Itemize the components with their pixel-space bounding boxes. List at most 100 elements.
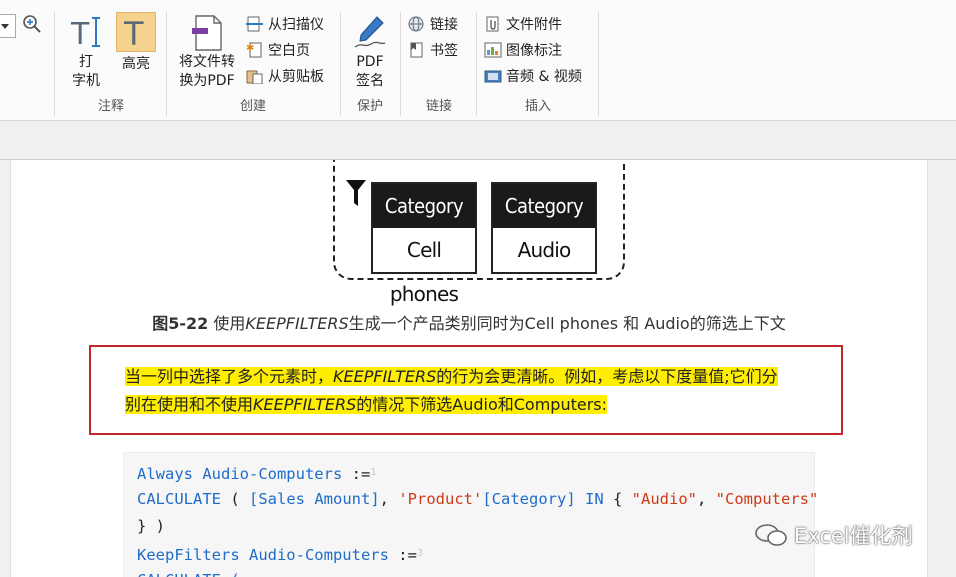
para-text-3: 别在使用和不使用: [125, 395, 254, 414]
create-group: 将文件转 换为PDF 从扫描仪 ✱ 空白页 从剪贴板 创建: [170, 10, 336, 116]
insert-group-label: 插入: [524, 99, 551, 114]
figure-caption: 图5-22 使用KEEPFILTERS生成一个产品类别同时为Cell phone…: [11, 310, 927, 334]
caption-func: KEEPFILTERS: [245, 314, 349, 333]
image-annotation-label: 图像标注: [506, 43, 562, 59]
para-text-4: 的情况下筛选Audio和Computers:: [356, 395, 608, 414]
para-text-1: 当一列中选择了多个元素时，: [125, 367, 334, 386]
convert-label-1: 将文件转: [179, 54, 235, 70]
highlight-button[interactable]: T 高亮: [114, 12, 158, 74]
secondary-toolbar: [0, 121, 956, 160]
code-column: [Category]: [482, 490, 576, 508]
blank-page-label: 空白页: [268, 43, 310, 59]
code-line-1: Always Audio-Computers :=1: [137, 459, 376, 486]
insert-group: 文件附件 图像标注 音频 & 视频 插入: [480, 10, 596, 116]
pdf-sign-label-2: 签名: [356, 73, 384, 89]
blank-page-button[interactable]: ✱ 空白页: [246, 40, 310, 62]
caption-text-2: 生成一个产品类别同时为Cell phones 和 Audio的筛选上下文: [348, 314, 786, 333]
code-block: Always Audio-Computers :=1 CALCULATE ( […: [123, 452, 818, 577]
link-button[interactable]: 链接: [408, 14, 458, 36]
code-line-2: CALCULATE ( [Sales Amount], 'Product'[Ca…: [137, 486, 818, 513]
code-punct: [576, 490, 585, 508]
link-label: 链接: [430, 17, 458, 33]
typewriter-label-2: 字机: [72, 73, 100, 89]
code-line-4: KeepFilters Audio-Computers :=3: [137, 540, 423, 567]
code-keyword: IN: [585, 490, 604, 508]
pen-sign-icon: [353, 14, 387, 50]
code-punct: (: [221, 490, 249, 508]
measure-name: KeepFilters Audio-Computers: [137, 546, 389, 564]
para-func-1: KEEPFILTERS: [333, 367, 437, 386]
caption-number: 图5-22: [152, 314, 209, 333]
code-assign: :=: [342, 465, 371, 483]
code-punct: {: [603, 490, 632, 508]
from-scanner-button[interactable]: 从扫描仪: [246, 14, 324, 36]
scanner-icon: [246, 16, 264, 32]
wechat-icon: [754, 523, 788, 547]
line-number: 1: [370, 467, 377, 478]
blank-page-icon: ✱: [246, 42, 264, 58]
pdf-sign-button[interactable]: PDF 签名: [348, 14, 392, 91]
create-group-label: 创建: [239, 99, 266, 114]
category-value: Audio: [517, 238, 572, 262]
caption-text-1: 使用: [208, 314, 246, 333]
para-func-2: KEEPFILTERS: [253, 395, 357, 414]
from-clipboard-label: 从剪贴板: [268, 69, 324, 85]
highlight-icon: T: [116, 12, 156, 53]
category-header: Category: [373, 184, 475, 228]
pdf-page: Category Cell phones Category Audio 图5-2…: [10, 160, 928, 577]
line-number: 3: [416, 548, 423, 559]
filter-funnel-icon: [345, 178, 367, 208]
audio-video-button[interactable]: 音频 & 视频: [484, 66, 582, 88]
annotate-group-label: 注释: [97, 99, 124, 114]
audio-video-label: 音频 & 视频: [506, 69, 582, 85]
code-column: [Sales Amount]: [249, 490, 380, 508]
film-icon: [484, 68, 502, 84]
bookmark-label: 书签: [430, 43, 458, 59]
image-annotation-button[interactable]: 图像标注: [484, 40, 562, 62]
convert-to-pdf-button[interactable]: 将文件转 换为PDF: [172, 14, 242, 91]
typewriter-label-1: 打: [79, 54, 93, 70]
from-clipboard-button[interactable]: 从剪贴板: [246, 66, 324, 88]
file-attachment-label: 文件附件: [506, 17, 562, 33]
bookmark-icon: [408, 42, 426, 58]
category-box-cell-phones: Category Cell phones: [371, 182, 477, 306]
zoom-in-icon[interactable]: [22, 14, 42, 34]
zoom-dropdown[interactable]: [0, 14, 16, 38]
convert-document-icon: [190, 14, 224, 51]
links-group-label: 链接: [425, 99, 452, 114]
convert-label-2: 换为PDF: [179, 73, 235, 89]
protect-group: PDF 签名 保护: [342, 10, 398, 116]
highlighted-paragraph-box: 当一列中选择了多个元素时，KEEPFILTERS的行为会更清晰。例如，考虑以下度…: [89, 345, 843, 435]
clipboard-icon: [246, 68, 264, 85]
code-table: 'Product': [398, 490, 483, 508]
links-group: 链接 书签 链接: [404, 10, 474, 116]
code-line-5: CALCULATE (: [137, 567, 240, 577]
category-value: Cell phones: [389, 238, 459, 306]
svg-text:T: T: [123, 15, 144, 51]
highlighted-paragraph: 当一列中选择了多个元素时，KEEPFILTERS的行为会更清晰。例如，考虑以下度…: [125, 363, 825, 419]
code-string: "Computers": [715, 490, 819, 508]
annotate-group: T 打 字机 T 高亮 注释: [58, 10, 164, 116]
watermark-text: Excel催化剂: [794, 524, 913, 548]
protect-group-label: 保护: [356, 99, 383, 114]
svg-text:T: T: [70, 17, 90, 50]
bookmark-button[interactable]: 书签: [408, 40, 458, 62]
typewriter-icon: T: [69, 14, 103, 52]
category-box-audio: Category Audio: [491, 182, 597, 274]
watermark: Excel催化剂: [754, 520, 913, 550]
svg-text:✱: ✱: [246, 43, 254, 54]
from-scanner-label: 从扫描仪: [268, 17, 324, 33]
measure-name: Always Audio-Computers: [137, 465, 343, 483]
para-text-2: 的行为会更清晰。例如，考虑以下度量值;它们分: [436, 367, 778, 386]
code-punct: ,: [697, 490, 716, 508]
code-line-3: } ): [137, 517, 165, 535]
category-header: Category: [493, 184, 595, 228]
typewriter-button[interactable]: T 打 字机: [64, 14, 108, 91]
globe-link-icon: [408, 16, 426, 32]
code-function: CALCULATE: [137, 490, 221, 508]
ribbon: T 打 字机 T 高亮 注释 将文件转 换为PDF 从扫描仪 ✱ 空白页 从剪贴…: [0, 0, 956, 121]
highlight-label: 高亮: [122, 56, 150, 72]
pdf-sign-label-1: PDF: [356, 54, 384, 70]
file-attachment-button[interactable]: 文件附件: [484, 14, 562, 36]
code-assign: :=: [388, 546, 417, 564]
